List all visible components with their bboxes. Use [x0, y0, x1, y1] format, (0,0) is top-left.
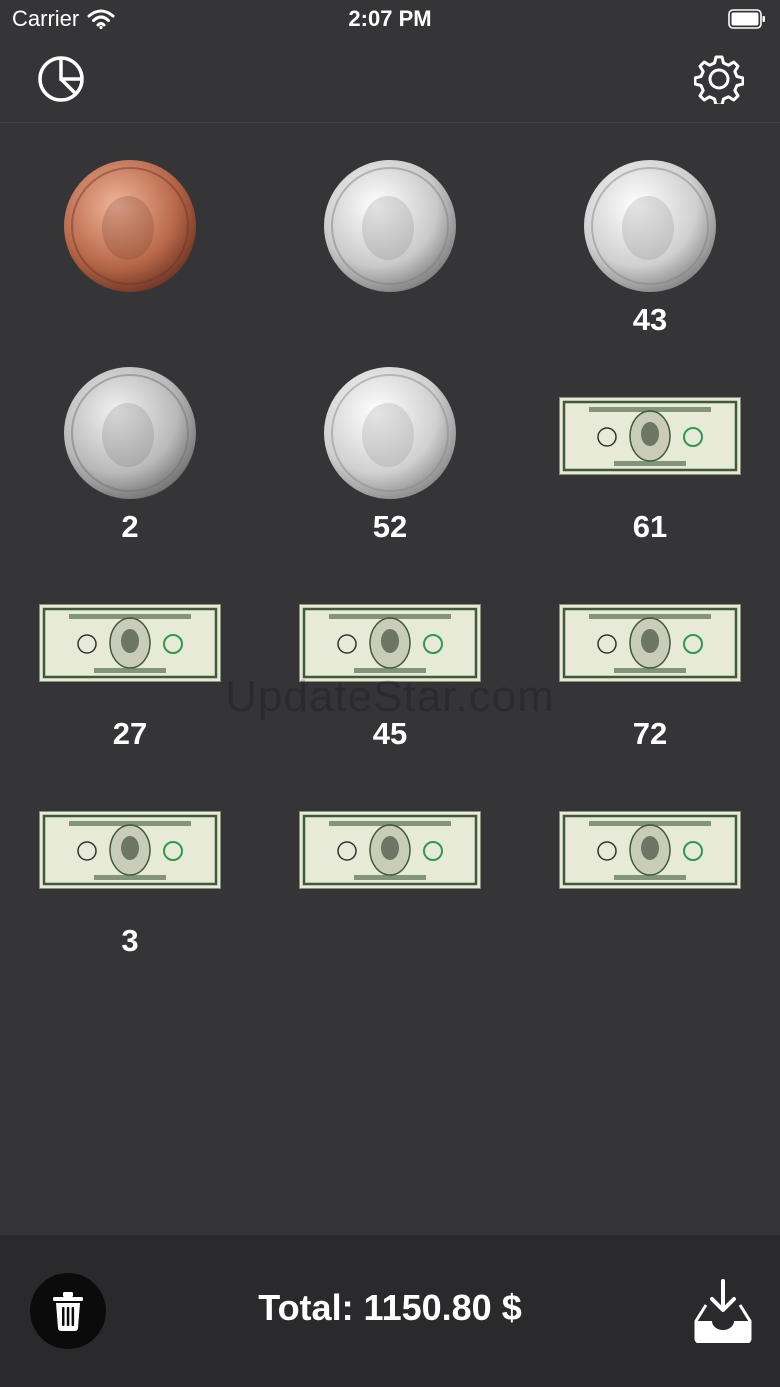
half-dollar-coin-image — [324, 367, 456, 499]
currency-cell-fifty-dollar[interactable] — [260, 745, 520, 952]
nickel-coin-image — [324, 160, 456, 292]
one-dollar-bill-image — [559, 397, 741, 475]
clock: 2:07 PM — [348, 6, 432, 31]
fifty-dollar-bill-image — [299, 811, 481, 889]
currency-cell-quarter[interactable]: 2 — [0, 331, 260, 544]
hundred-dollar-bill-image — [559, 811, 741, 889]
gear-icon[interactable] — [694, 54, 744, 104]
currency-cell-hundred-dollar[interactable] — [520, 745, 780, 952]
inbox-download-icon[interactable] — [694, 1279, 752, 1343]
penny-coin-image — [64, 160, 196, 292]
watermark: UpdateStar.com — [225, 672, 555, 721]
currency-cell-dime[interactable]: 43 — [520, 124, 780, 337]
pie-chart-icon[interactable] — [36, 54, 86, 104]
five-dollar-bill-image — [299, 604, 481, 682]
nav-bar — [0, 40, 780, 123]
ten-dollar-bill-image — [559, 604, 741, 682]
currency-cell-penny[interactable] — [0, 124, 260, 331]
currency-cell-twenty-dollar[interactable]: 3 — [0, 745, 260, 958]
twenty-dollar-bill-image — [39, 811, 221, 889]
battery-icon — [728, 9, 765, 29]
twenty-dollar-count: 3 — [121, 923, 139, 958]
dime-coin-image — [584, 160, 716, 292]
currency-cell-half-dollar[interactable]: 52 — [260, 331, 520, 544]
currency-cell-nickel[interactable] — [260, 124, 520, 331]
total-label: Total: 1150.80 $ — [258, 1287, 522, 1328]
footer-bar: Total: 1150.80 $ — [0, 1235, 780, 1387]
two-dollar-bill-image — [39, 604, 221, 682]
status-bar: Carrier 2:07 PM — [0, 0, 780, 40]
quarter-coin-image — [64, 367, 196, 499]
currency-cell-one-dollar[interactable]: 61 — [520, 331, 780, 544]
